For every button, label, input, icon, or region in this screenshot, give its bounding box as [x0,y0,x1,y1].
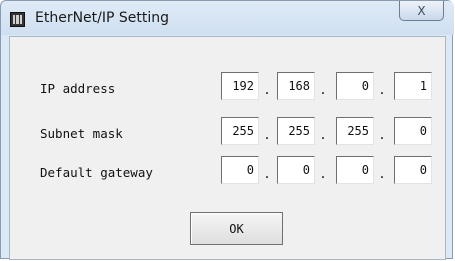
default-gateway-label: Default gateway [40,165,153,180]
subnet-mask-octet-4[interactable]: 0 [394,117,432,145]
dialog-window: EtherNet/IP Setting X IP address 192 . 1… [0,0,454,260]
subnet-mask-label: Subnet mask [40,126,123,141]
ip-address-octet-4[interactable]: 1 [394,72,432,100]
app-icon [10,12,25,27]
default-gateway-octet-3[interactable]: 0 [336,156,374,184]
ip-address-octet-2[interactable]: 168 [277,72,315,100]
title-bar[interactable]: EtherNet/IP Setting X [1,1,454,35]
default-gateway-octet-2[interactable]: 0 [277,156,315,184]
octet-separator: . [263,128,271,142]
octet-separator: . [378,83,386,97]
window-title: EtherNet/IP Setting [35,10,170,26]
octet-separator: . [263,167,271,181]
subnet-mask-octet-2[interactable]: 255 [277,117,315,145]
close-button[interactable]: X [399,1,444,21]
octet-separator: . [378,128,386,142]
octet-separator: . [319,128,327,142]
octet-separator: . [319,167,327,181]
ip-address-octet-1[interactable]: 192 [221,72,259,100]
octet-separator: . [263,83,271,97]
subnet-mask-octet-3[interactable]: 255 [336,117,374,145]
ok-button[interactable]: OK [190,212,283,245]
octet-separator: . [319,83,327,97]
ip-address-octet-3[interactable]: 0 [336,72,374,100]
default-gateway-octet-1[interactable]: 0 [221,156,259,184]
default-gateway-octet-4[interactable]: 0 [394,156,432,184]
dialog-body: IP address 192 . 168 . 0 . 1 Subnet mask… [9,36,446,260]
subnet-mask-octet-1[interactable]: 255 [221,117,259,145]
ip-address-label: IP address [40,81,116,96]
octet-separator: . [378,167,386,181]
